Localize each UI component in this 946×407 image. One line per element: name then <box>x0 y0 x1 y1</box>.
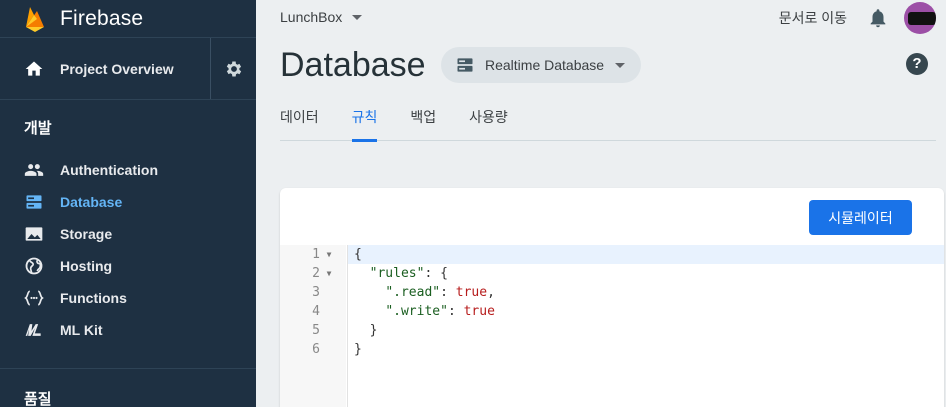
line-gutter: 1 ▼ 2 ▼ 3 4 5 6 <box>280 245 346 407</box>
database-type-select[interactable]: Realtime Database <box>441 47 641 83</box>
chevron-down-icon[interactable] <box>352 14 363 20</box>
line-number: 3 <box>312 285 320 300</box>
line-number: 4 <box>312 304 320 319</box>
simulator-button[interactable]: 시뮬레이터 <box>809 200 912 235</box>
tab-backup[interactable]: 백업 <box>410 98 436 141</box>
sidebar-item-label: Authentication <box>60 162 158 178</box>
sidebar-item-hosting[interactable]: Hosting <box>0 250 256 282</box>
code-line: } <box>354 342 362 357</box>
code-line: ".read": true, <box>385 285 495 300</box>
project-overview-label: Project Overview <box>60 60 174 77</box>
sidebar-item-ml-kit[interactable]: ML Kit <box>0 314 256 346</box>
sidebar-item-label: Functions <box>60 290 127 306</box>
line-number: 6 <box>312 342 320 357</box>
globe-icon <box>25 257 43 275</box>
sidebar-divider <box>0 368 256 369</box>
project-selector[interactable]: LunchBox <box>280 9 342 25</box>
sidebar-item-database[interactable]: Database <box>0 186 256 218</box>
sidebar-item-functions[interactable]: Functions <box>0 282 256 314</box>
project-overview-link[interactable]: Project Overview <box>0 38 211 99</box>
sidebar-item-label: Storage <box>60 226 113 242</box>
brand-name: Firebase <box>60 6 144 30</box>
code-line: ".write": true <box>385 304 495 319</box>
database-icon <box>457 58 473 72</box>
code-line: } <box>354 323 378 338</box>
section-develop: 개발 <box>24 120 52 137</box>
firebase-logo-icon <box>26 6 44 32</box>
avatar[interactable] <box>904 2 936 34</box>
main-content: LunchBox 문서로 이동 Database Realtime Databa… <box>256 0 946 407</box>
nav-list: Authentication Database Storage Hosting … <box>0 154 256 346</box>
code-line: { <box>348 245 944 264</box>
rules-card: 시뮬레이터 1 ▼ 2 ▼ 3 4 5 6 { "rules": { ".read"… <box>280 188 944 407</box>
people-icon <box>24 164 44 176</box>
fold-arrow-icon[interactable]: ▼ <box>324 264 334 283</box>
database-type-label: Realtime Database <box>485 57 605 73</box>
functions-icon <box>24 290 44 306</box>
section-quality: 품질 <box>24 391 52 407</box>
tab-rules[interactable]: 규칙 <box>351 98 377 142</box>
bell-icon[interactable] <box>867 7 889 29</box>
sidebar: Firebase Project Overview 개발 Authenticat… <box>0 0 256 407</box>
project-overview-row: Project Overview <box>0 38 256 100</box>
code-line: "rules": { <box>369 266 448 281</box>
brand[interactable]: Firebase <box>0 0 256 38</box>
ml-kit-icon <box>25 324 41 336</box>
rules-editor[interactable]: 1 ▼ 2 ▼ 3 4 5 6 { "rules": { ".read": true… <box>280 245 944 407</box>
settings-button[interactable] <box>211 59 256 79</box>
chevron-down-icon <box>615 63 625 68</box>
sidebar-item-storage[interactable]: Storage <box>0 218 256 250</box>
sidebar-item-label: Database <box>60 194 123 210</box>
home-icon <box>25 61 43 76</box>
sidebar-item-label: ML Kit <box>60 322 103 338</box>
line-number: 2 ▼ <box>280 264 346 283</box>
gear-icon <box>226 61 241 76</box>
avatar-redaction <box>908 12 936 25</box>
code-area[interactable]: { "rules": { ".read": true, ".write": tr… <box>347 245 944 407</box>
database-icon <box>26 195 42 209</box>
tab-bar: 데이터 규칙 백업 사용량 <box>280 98 936 142</box>
sidebar-item-label: Hosting <box>60 258 113 274</box>
page-title: Database <box>280 46 426 84</box>
line-number: 5 <box>312 323 320 338</box>
tab-data[interactable]: 데이터 <box>280 98 319 141</box>
tab-usage[interactable]: 사용량 <box>469 98 508 141</box>
line-number: 1 ▼ <box>280 245 346 264</box>
help-icon[interactable]: ? <box>906 53 928 75</box>
sidebar-item-authentication[interactable]: Authentication <box>0 154 256 186</box>
fold-arrow-icon[interactable]: ▼ <box>324 245 334 264</box>
docs-link[interactable]: 문서로 이동 <box>779 8 847 28</box>
image-icon <box>25 227 43 241</box>
